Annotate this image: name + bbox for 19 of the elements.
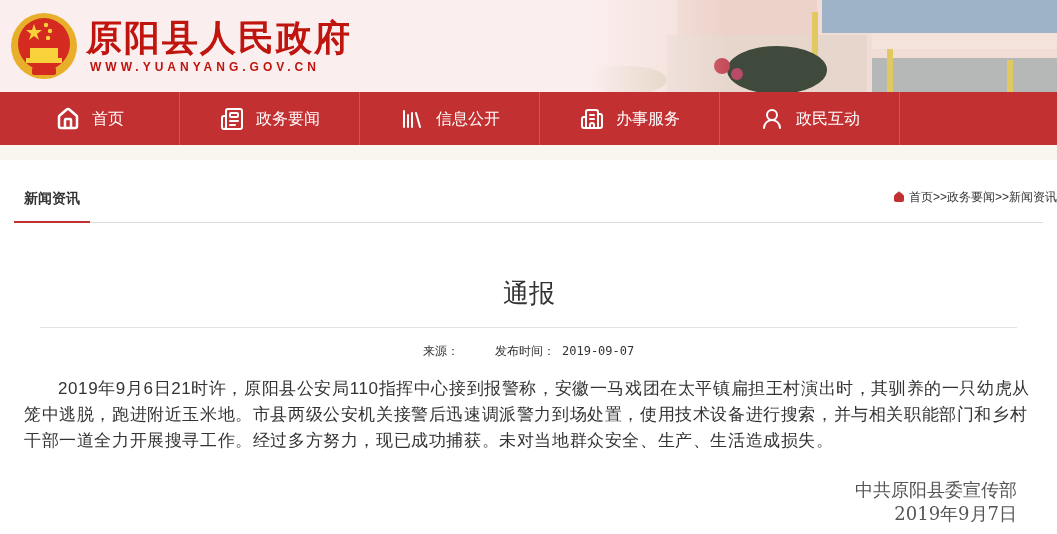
emblem-logo: [10, 12, 78, 80]
signature-line: 2019年9月7日: [894, 502, 1017, 526]
newspaper-icon: [219, 106, 244, 131]
site-title: 原阳县人民政府: [86, 16, 352, 58]
source-label: 来源：: [422, 343, 459, 360]
article-body: 2019年9月6日21时许，原阳县公安局110指挥中心接到报警称，安徽一马戏团在太平镇扁担王村演出时，其驯养的一只幼虎从笼中逃脱，跑进附近玉米地。市县两级公安机关接警后迅速调派警力到场处置，使用技术设备进行搜索，并与相关职能部门和乡村干部一道全力开展搜寻工作。经过多方努力，现已成功捕获。未对当地群众安全、生产、生活造成损失。: [24, 378, 1031, 452]
site-url: WWW.YUANYANG.GOV.CN: [89, 59, 321, 76]
section-tab[interactable]: 新闻资讯: [14, 188, 90, 223]
breadcrumb-separator: >>: [932, 189, 947, 206]
signature-line: 中共原阳县委宣传部: [855, 478, 1017, 502]
article-title: 通报: [501, 277, 556, 310]
publish-date: 发布时间： 2019-09-07: [494, 343, 635, 360]
breadcrumb-separator: >>: [995, 189, 1009, 206]
building-icon: [579, 106, 604, 131]
breadcrumb-link[interactable]: 首页: [908, 188, 933, 206]
breadcrumb-link[interactable]: 新闻资讯: [1009, 188, 1057, 206]
home-icon: [55, 106, 80, 131]
home-icon: [892, 191, 905, 203]
breadcrumb-link[interactable]: 政务要闻: [947, 188, 995, 206]
